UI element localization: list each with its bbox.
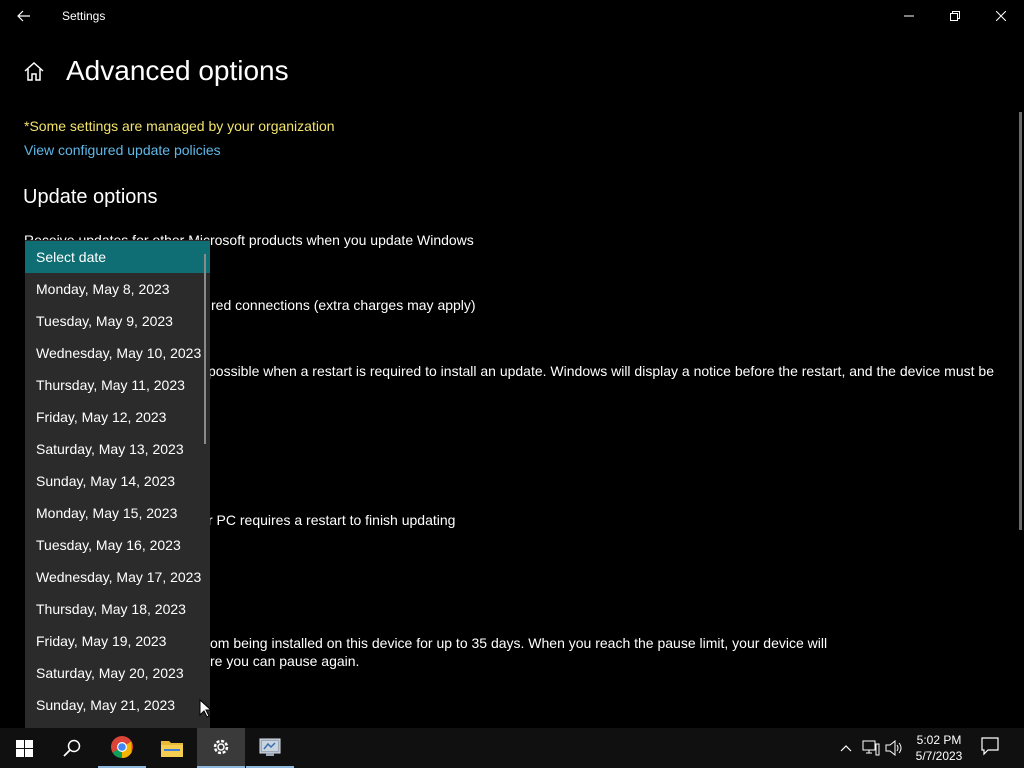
dropdown-option[interactable]: Monday, May 15, 2023 <box>25 497 210 529</box>
gear-icon <box>213 739 229 755</box>
app-title: Settings <box>62 9 106 23</box>
pause-updates-text: om being installed on this device for up… <box>210 635 828 651</box>
clock-time: 5:02 PM <box>916 733 962 747</box>
back-arrow-icon <box>17 10 30 22</box>
restart-notification-text: r PC requires a restart to finish updati… <box>208 512 456 528</box>
network-icon <box>862 740 880 756</box>
minimize-button[interactable] <box>886 0 932 32</box>
control-panel-taskbar-button[interactable] <box>246 728 294 768</box>
dropdown-option[interactable]: Thursday, May 11, 2023 <box>25 369 210 401</box>
taskbar-clock[interactable]: 5:02 PM 5/7/2023 <box>912 732 966 764</box>
pause-until-date-dropdown[interactable]: Select date Monday, May 8, 2023 Tuesday,… <box>25 240 210 728</box>
restore-icon <box>950 11 960 21</box>
title-bar: Settings <box>0 0 1024 32</box>
dropdown-option[interactable]: Wednesday, May 10, 2023 <box>25 337 210 369</box>
home-icon[interactable] <box>22 60 46 84</box>
search-button[interactable] <box>48 728 96 768</box>
network-tray-icon[interactable] <box>861 738 881 758</box>
managed-by-organization-note: *Some settings are managed by your organ… <box>24 118 335 134</box>
restart-asap-text: possible when a restart is required to i… <box>208 363 994 379</box>
chrome-icon <box>111 736 133 758</box>
back-button[interactable] <box>8 4 40 28</box>
dropdown-option[interactable]: Sunday, May 21, 2023 <box>25 689 210 721</box>
dropdown-option[interactable]: Monday, May 8, 2023 <box>25 273 210 305</box>
metered-connections-text: red connections (extra charges may apply… <box>211 297 476 313</box>
close-icon <box>996 11 1006 21</box>
volume-tray-icon[interactable] <box>884 738 904 758</box>
taskbar: 5:02 PM 5/7/2023 <box>0 728 1024 768</box>
dropdown-option[interactable]: Thursday, May 18, 2023 <box>25 593 210 625</box>
minimize-icon <box>904 15 914 17</box>
dropdown-option[interactable]: Saturday, May 13, 2023 <box>25 433 210 465</box>
show-hidden-icons-button[interactable] <box>836 738 856 758</box>
dropdown-option[interactable]: Friday, May 12, 2023 <box>25 401 210 433</box>
update-options-heading: Update options <box>23 186 158 208</box>
clock-date: 5/7/2023 <box>915 749 963 763</box>
pause-updates-text-2: re you can pause again. <box>210 653 360 669</box>
page-title: Advanced options <box>66 55 289 86</box>
dropdown-scrollbar[interactable] <box>204 254 206 444</box>
chevron-up-icon <box>840 745 852 752</box>
settings-taskbar-button[interactable] <box>197 728 245 768</box>
restore-button[interactable] <box>932 0 978 32</box>
action-center-button[interactable] <box>980 736 1004 760</box>
windows-logo-icon <box>15 739 33 757</box>
dropdown-option[interactable]: Tuesday, May 9, 2023 <box>25 305 210 337</box>
search-icon <box>63 739 81 757</box>
dropdown-option[interactable]: Wednesday, May 17, 2023 <box>25 561 210 593</box>
dropdown-option[interactable]: Sunday, May 14, 2023 <box>25 465 210 497</box>
settings-window: Settings Advanced options *Some settings… <box>0 0 1024 728</box>
close-button[interactable] <box>978 0 1024 32</box>
notification-icon <box>981 737 999 756</box>
start-button[interactable] <box>0 728 48 768</box>
chrome-taskbar-button[interactable] <box>98 728 146 768</box>
control-panel-icon <box>259 738 281 756</box>
speaker-icon <box>885 740 902 756</box>
page-scrollbar[interactable] <box>1019 112 1022 530</box>
file-explorer-taskbar-button[interactable] <box>148 728 196 768</box>
dropdown-option[interactable]: Friday, May 19, 2023 <box>25 625 210 657</box>
mouse-cursor-icon <box>199 699 213 718</box>
dropdown-option[interactable]: Select date <box>25 241 210 273</box>
dropdown-option[interactable]: Tuesday, May 16, 2023 <box>25 529 210 561</box>
view-update-policies-link[interactable]: View configured update policies <box>24 142 221 158</box>
dropdown-option[interactable]: Saturday, May 20, 2023 <box>25 657 210 689</box>
folder-icon <box>161 741 183 757</box>
